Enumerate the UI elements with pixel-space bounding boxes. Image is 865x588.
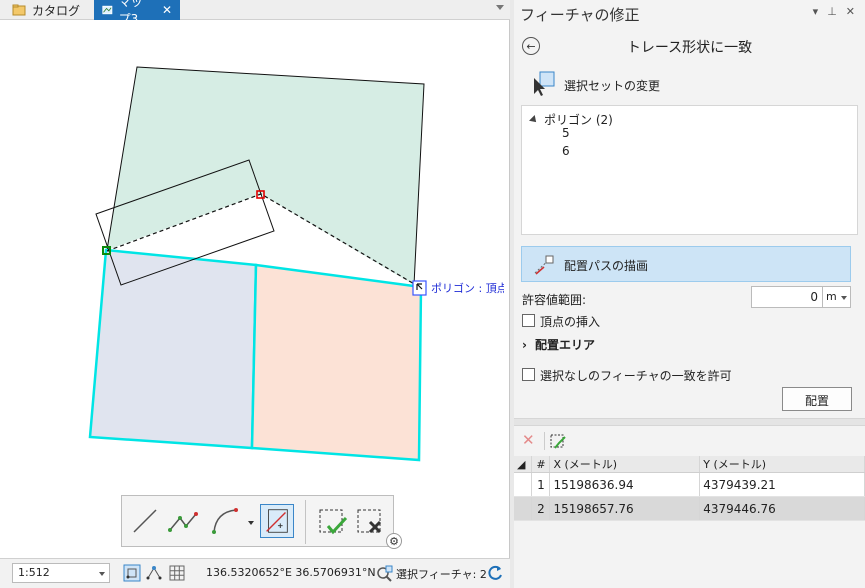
- tolerance-input[interactable]: 0: [751, 286, 823, 308]
- tolerance-unit: m: [826, 290, 837, 303]
- toolbar-separator: [544, 432, 545, 450]
- table-row[interactable]: 1 15198636.94 4379439.21: [514, 472, 865, 497]
- add-vertex-icon[interactable]: [549, 432, 567, 450]
- apply-button[interactable]: 配置: [782, 387, 852, 411]
- tool-title: トレース形状に一致: [626, 40, 753, 56]
- tree-item[interactable]: 5: [562, 126, 570, 140]
- row-selector[interactable]: [514, 496, 533, 521]
- tree-node-polygon[interactable]: ポリゴン (2): [529, 111, 613, 128]
- snapping-icon[interactable]: [123, 564, 141, 582]
- row-selector[interactable]: [514, 472, 533, 497]
- close-icon[interactable]: ✕: [846, 5, 855, 18]
- scale-value: 1:512: [18, 566, 50, 579]
- column-header[interactable]: X (メートル): [549, 456, 701, 473]
- gear-icon[interactable]: ⚙: [386, 533, 402, 549]
- draw-path-label: 配置パスの描画: [564, 259, 649, 273]
- zoom-to-selection-icon[interactable]: [376, 564, 394, 582]
- map-pane: カタログ マップ3 ✕ ポリゴン: 頂点 ⚙ 1:512 136.532065…: [0, 0, 510, 588]
- allow-unselected-label[interactable]: 選択なしのフィーチャの一致を許可: [540, 367, 732, 384]
- pane-splitter[interactable]: [514, 418, 865, 426]
- trace-icon[interactable]: [260, 504, 294, 538]
- grid-corner-icon[interactable]: ◢: [514, 456, 533, 473]
- snap-settings-icon[interactable]: [146, 564, 164, 582]
- back-arrow-icon[interactable]: ←: [522, 37, 540, 55]
- draw-path-button[interactable]: 配置パスの描画: [521, 246, 851, 282]
- map-icon: [102, 5, 113, 15]
- finish-icon[interactable]: [316, 504, 350, 538]
- draw-path-icon: [534, 255, 554, 275]
- y-cell[interactable]: 4379439.21: [699, 472, 865, 497]
- tree-item[interactable]: 6: [562, 144, 570, 158]
- y-cell[interactable]: 4379446.76: [699, 496, 865, 521]
- polyline-icon[interactable]: [166, 504, 200, 538]
- polygon-orange[interactable]: [250, 263, 423, 462]
- tab-map[interactable]: マップ3 ✕: [94, 0, 180, 26]
- grid-toolbar: ✕: [514, 427, 865, 455]
- column-header[interactable]: Y (メートル): [699, 456, 865, 473]
- insert-vertices-checkbox[interactable]: [522, 314, 535, 327]
- chevron-down-icon: [841, 296, 847, 300]
- grid-icon[interactable]: [168, 564, 186, 582]
- change-selection-icon[interactable]: [532, 70, 556, 96]
- vertex-grid: ◢ # X (メートル) Y (メートル) 1 15198636.94 4379…: [514, 456, 865, 521]
- discard-icon[interactable]: [354, 504, 388, 538]
- chevron-right-icon: ›: [522, 337, 527, 352]
- selected-features-count[interactable]: 選択フィーチャ: 2: [396, 566, 487, 582]
- tab-bar: カタログ マップ3 ✕: [0, 0, 510, 26]
- table-row[interactable]: 2 15198657.76 4379446.76: [514, 496, 865, 521]
- x-cell[interactable]: 15198636.94: [549, 472, 701, 497]
- pane-controls: ▾ ⊥ ✕: [813, 5, 855, 18]
- tolerance-label: 許容値範囲:: [522, 293, 587, 307]
- scale-dropdown[interactable]: 1:512: [12, 563, 110, 583]
- coordinate-readout: 136.5320652°E 36.5706931°N: [206, 566, 376, 579]
- tree-node-label: ポリゴン (2): [544, 113, 613, 127]
- line-icon[interactable]: [128, 504, 162, 538]
- arc-dropdown-icon[interactable]: [248, 521, 254, 525]
- arc-icon[interactable]: [208, 504, 242, 538]
- tab-catalog[interactable]: カタログ: [4, 0, 90, 20]
- allow-unselected-checkbox[interactable]: [522, 368, 535, 381]
- insert-vertices-label[interactable]: 頂点の挿入: [540, 313, 600, 330]
- change-selection-label[interactable]: 選択セットの変更: [564, 77, 660, 94]
- placement-area-expander[interactable]: › 配置エリア: [522, 336, 595, 353]
- chevron-down-icon: [99, 572, 105, 576]
- pane-title: フィーチャの修正: [520, 6, 640, 24]
- map-drawing[interactable]: ポリゴン : 頂点: [6, 22, 504, 550]
- row-number: 2: [531, 496, 551, 521]
- modify-features-pane: フィーチャの修正 ▾ ⊥ ✕ トレース形状に一致 ← 選択セットの変更 ポリゴン…: [514, 0, 865, 588]
- selection-tree: ポリゴン (2) 5 6: [521, 105, 858, 235]
- pin-icon[interactable]: ⊥: [827, 5, 837, 18]
- tab-dropdown-icon[interactable]: [496, 5, 504, 10]
- column-header[interactable]: #: [531, 456, 551, 473]
- x-cell[interactable]: 15198657.76: [549, 496, 701, 521]
- tab-label: カタログ: [32, 3, 81, 18]
- map-canvas[interactable]: ポリゴン : 頂点: [6, 22, 504, 550]
- refresh-icon[interactable]: [486, 564, 504, 582]
- tolerance-unit-dropdown[interactable]: m: [823, 286, 851, 308]
- expand-triangle-icon[interactable]: [529, 114, 539, 125]
- close-icon[interactable]: ✕: [162, 3, 172, 17]
- toolbar-separator: [305, 500, 306, 544]
- row-number: 1: [531, 472, 551, 497]
- catalog-icon: [12, 4, 26, 16]
- delete-icon[interactable]: ✕: [522, 431, 535, 449]
- chevron-down-icon[interactable]: ▾: [813, 5, 819, 18]
- snap-tip: ポリゴン : 頂点: [431, 281, 504, 295]
- status-bar: 1:512 136.5320652°E 36.5706931°N 選択フィーチャ…: [0, 558, 510, 588]
- polygon-blue[interactable]: [88, 248, 258, 450]
- snap-indicator-icon: [412, 280, 427, 296]
- placement-area-label: 配置エリア: [534, 338, 595, 352]
- construction-toolbar: [121, 495, 394, 547]
